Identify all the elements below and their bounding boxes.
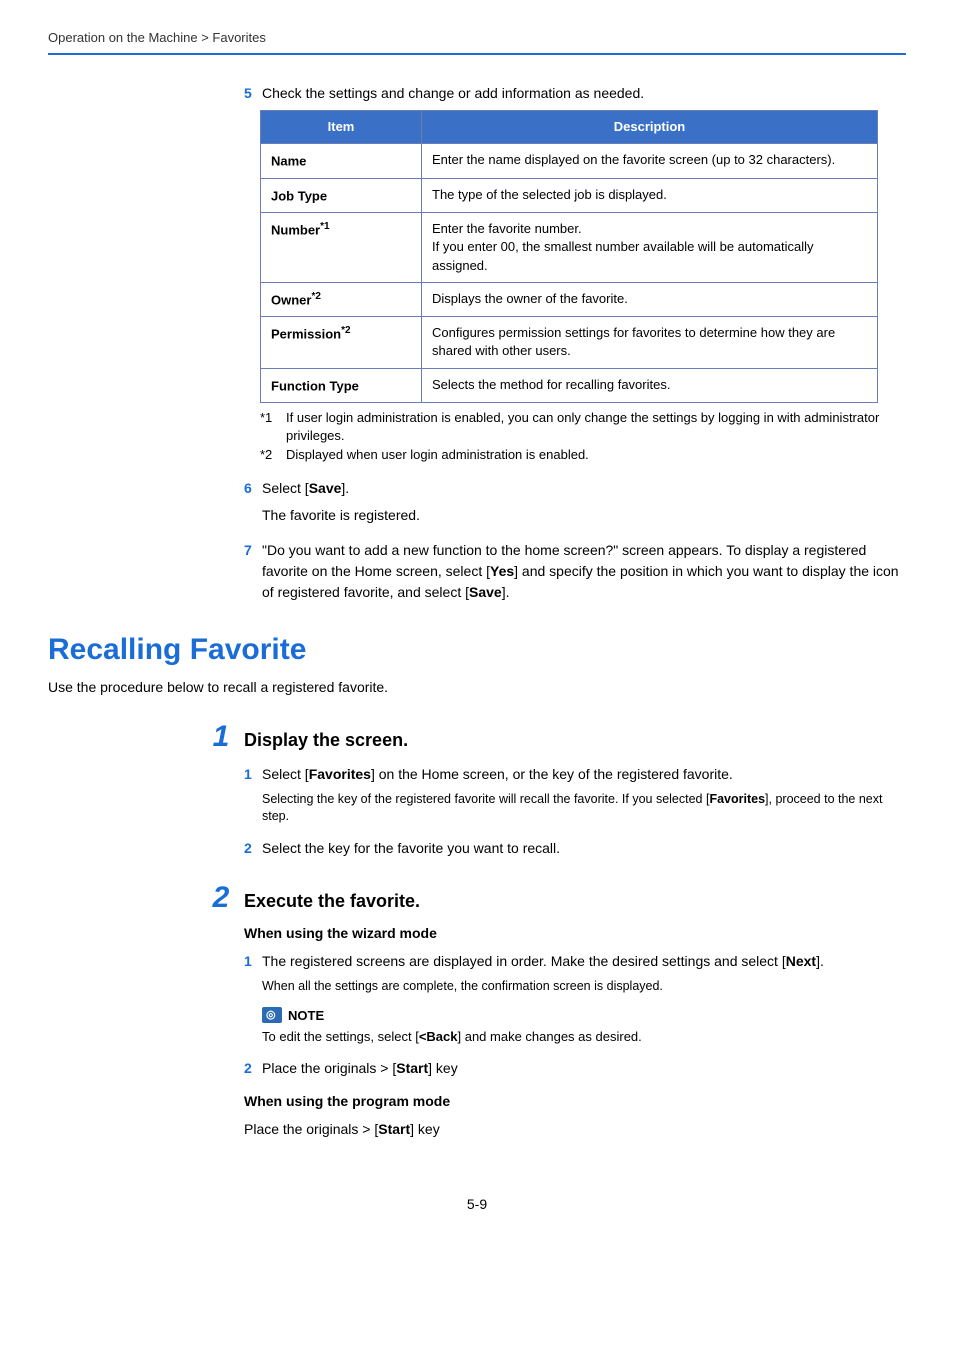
item-name: Number bbox=[271, 223, 320, 238]
item-desc: Configures permission settings for favor… bbox=[422, 317, 878, 368]
step-5-num: 5 bbox=[244, 85, 262, 101]
step-7-text: "Do you want to add a new function to th… bbox=[262, 540, 906, 603]
substep-1-1-note: Selecting the key of the registered favo… bbox=[262, 791, 906, 826]
table-row: Owner*2 Displays the owner of the favori… bbox=[261, 282, 878, 317]
section-intro: Use the procedure below to recall a regi… bbox=[48, 677, 906, 698]
step-5: 5 Check the settings and change or add i… bbox=[244, 83, 906, 104]
substep-1-1: 1 Select [Favorites] on the Home screen,… bbox=[244, 764, 906, 785]
table-row: Number*1 Enter the favorite number. If y… bbox=[261, 213, 878, 283]
table-row: Name Enter the name displayed on the fav… bbox=[261, 144, 878, 179]
step-6-text: Select [Save]. bbox=[262, 478, 906, 499]
table-row: Permission*2 Configures permission setti… bbox=[261, 317, 878, 368]
item-description-table: Item Description Name Enter the name dis… bbox=[260, 110, 878, 403]
major-step-1-title: Display the screen. bbox=[244, 730, 408, 751]
th-item: Item bbox=[261, 111, 422, 144]
footnotes: *1 If user login administration is enabl… bbox=[260, 409, 906, 464]
step-5-text: Check the settings and change or add inf… bbox=[262, 83, 906, 104]
footnote: *1 If user login administration is enabl… bbox=[260, 409, 906, 445]
substep-1-2: 2 Select the key for the favorite you wa… bbox=[244, 838, 906, 859]
major-step-2-title: Execute the favorite. bbox=[244, 891, 420, 912]
item-name: Job Type bbox=[271, 188, 327, 203]
step-6-num: 6 bbox=[244, 480, 262, 496]
item-desc: Selects the method for recalling favorit… bbox=[422, 368, 878, 403]
step-7: 7 "Do you want to add a new function to … bbox=[244, 540, 906, 603]
program-mode-heading: When using the program mode bbox=[244, 1093, 906, 1109]
major-step-2-num: 2 bbox=[210, 881, 232, 915]
table-row: Job Type The type of the selected job is… bbox=[261, 178, 878, 213]
substep-2-1: 1 The registered screens are displayed i… bbox=[244, 951, 906, 972]
footnote: *2 Displayed when user login administrat… bbox=[260, 446, 906, 464]
note-label: NOTE bbox=[288, 1008, 324, 1023]
section-title-recalling-favorite: Recalling Favorite bbox=[48, 633, 906, 667]
item-name: Function Type bbox=[271, 378, 359, 393]
major-step-1: 1 Display the screen. bbox=[48, 720, 906, 754]
item-desc: Enter the favorite number. If you enter … bbox=[422, 213, 878, 283]
step-6-body: The favorite is registered. bbox=[262, 505, 906, 526]
page-number: 5-9 bbox=[48, 1196, 906, 1212]
item-desc: Displays the owner of the favorite. bbox=[422, 282, 878, 317]
wizard-mode-heading: When using the wizard mode bbox=[244, 925, 906, 941]
item-desc: The type of the selected job is displaye… bbox=[422, 178, 878, 213]
th-description: Description bbox=[422, 111, 878, 144]
header-rule bbox=[48, 53, 906, 55]
program-mode-body: Place the originals > [Start] key bbox=[244, 1119, 906, 1140]
item-desc: Enter the name displayed on the favorite… bbox=[422, 144, 878, 179]
step-7-num: 7 bbox=[244, 542, 262, 558]
item-name: Owner bbox=[271, 292, 311, 307]
substep-2-2: 2 Place the originals > [Start] key bbox=[244, 1058, 906, 1079]
note-text: To edit the settings, select [<Back] and… bbox=[262, 1028, 906, 1046]
step-6: 6 Select [Save]. bbox=[244, 478, 906, 499]
major-step-2: 2 Execute the favorite. bbox=[48, 881, 906, 915]
major-step-1-num: 1 bbox=[210, 720, 232, 754]
note-box: NOTE To edit the settings, select [<Back… bbox=[262, 1007, 906, 1046]
substep-2-1-note: When all the settings are complete, the … bbox=[262, 978, 906, 996]
item-name: Name bbox=[271, 154, 306, 169]
item-name: Permission bbox=[271, 327, 341, 342]
table-row: Function Type Selects the method for rec… bbox=[261, 368, 878, 403]
breadcrumb: Operation on the Machine > Favorites bbox=[48, 30, 906, 45]
note-icon bbox=[262, 1007, 282, 1023]
